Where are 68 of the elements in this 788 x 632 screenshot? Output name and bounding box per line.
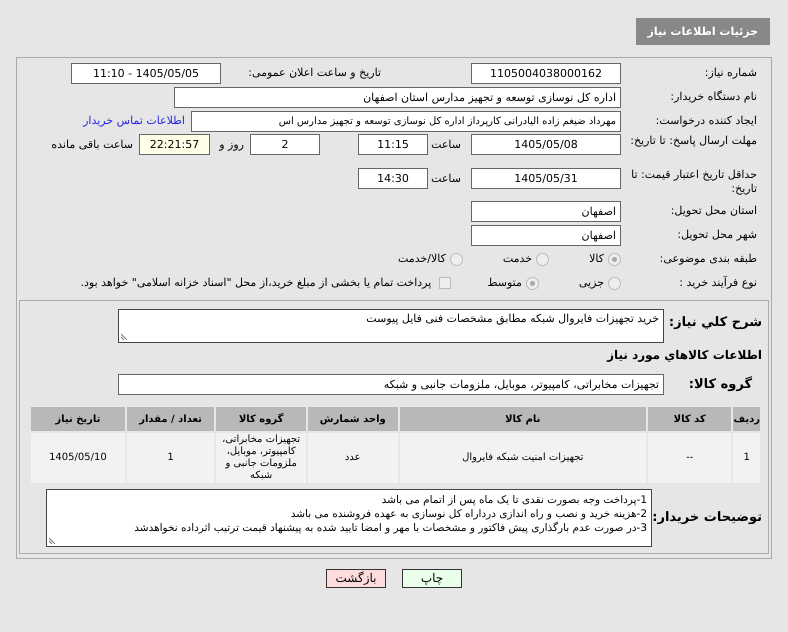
- column-header: تاریخ نیاز: [30, 406, 126, 432]
- column-header: نام کالا: [398, 406, 647, 432]
- field-label: استان محل تحویل:: [670, 202, 757, 219]
- table-cell: 1: [732, 432, 761, 484]
- field-label: گروه کالا:: [688, 375, 753, 394]
- table-cell: 1405/05/10: [30, 432, 126, 484]
- field-label: ایجاد کننده درخواست:: [654, 112, 757, 129]
- city-field[interactable]: اصفهان: [471, 224, 621, 246]
- table-cell: عدد: [306, 432, 399, 484]
- radio-button[interactable]: [608, 252, 621, 266]
- province-field[interactable]: اصفهان: [471, 200, 621, 222]
- announce-date-field[interactable]: 1405/05/05 - 11:10: [71, 62, 221, 84]
- note-line: 3-در صورت عدم بارگذاری پیش فاکتور و مشخصات با مهر و امضا تایید شده به پیشنهاد قیمت ترتیب اثرداده نخواهدشد: [133, 521, 647, 535]
- field-label: تاریخ و ساعت اعلان عمومی:: [247, 64, 381, 81]
- radio-label: کالا/خدمت: [398, 250, 446, 267]
- field-label: شرح کلي نياز:: [668, 314, 762, 332]
- field-label: روز و: [218, 137, 245, 153]
- column-header: کد کالا: [646, 406, 732, 432]
- field-label: ساعت: [430, 137, 462, 153]
- days-field[interactable]: 2: [250, 134, 320, 155]
- note-line: 2-هزینه خرید و نصب و راه اندازی درداراه کل نوسازی به عهده فروشنده می باشد: [290, 507, 647, 521]
- table-cell: --: [646, 432, 732, 484]
- field-label: ساعت: [430, 171, 462, 187]
- validity-time-field[interactable]: 14:30: [358, 168, 428, 189]
- field-label: مهلت ارسال پاسخ: تا تاریخ:: [629, 134, 757, 148]
- radio-label: جزیی: [578, 274, 604, 291]
- back-button[interactable]: بازگشت: [326, 569, 386, 588]
- deadline-date-field[interactable]: 1405/05/08: [471, 134, 621, 155]
- field-label: شماره نیاز:: [704, 64, 757, 81]
- field-label: نوع فرآیند خرید :: [678, 274, 757, 291]
- table-cell: تجهیزات امنیت شبکه فایروال: [398, 432, 647, 484]
- field-label: حداقل تاریخ اعتبار قیمت: تا تاریخ:: [630, 168, 757, 196]
- remaining-time-field[interactable]: 22:21:57: [139, 134, 210, 155]
- column-header: ردیف: [732, 406, 761, 432]
- need-number-field[interactable]: 1105004038000162: [471, 62, 621, 84]
- table-cell: تجهیزات مخابراتی، کامپیوتر، موبایل، ملزومات جانبی و شبکه: [215, 432, 307, 484]
- radio-button[interactable]: [526, 276, 539, 290]
- field-label: شهر محل تحویل:: [676, 226, 757, 243]
- radio-label: کالا: [589, 250, 604, 267]
- field-label: طبقه بندی موضوعی:: [658, 250, 757, 267]
- note-line: 1-پرداخت وجه بصورت نقدی تا یک ماه پس از اتمام می باشد: [380, 493, 647, 507]
- table-cell: 1: [126, 432, 216, 484]
- column-header: گروه کالا: [215, 406, 307, 432]
- validity-date-field[interactable]: 1405/05/31: [471, 168, 621, 189]
- radio-button[interactable]: [608, 276, 621, 290]
- section-heading: اطلاعات کالاهاي مورد نياز: [606, 347, 763, 364]
- buyer-contact-link[interactable]: اطلاعات تماس خریدار: [83, 112, 185, 130]
- print-button[interactable]: چاپ: [402, 569, 462, 588]
- description-field[interactable]: خريد تجهيزات فايروال شبکه مطابق مشخصات فنی فايل پيوست: [118, 309, 664, 343]
- field-label: نام دستگاه خریدار:: [669, 88, 757, 105]
- column-header: واحد شمارش: [306, 406, 399, 432]
- creator-field[interactable]: مهرداد ضیغم زاده الیادرانی کارپرداز اداره کل نوسازی توسعه و تجهیز مدارس اس: [191, 110, 621, 132]
- field-label: توضیحات خریدار:: [652, 509, 762, 528]
- column-header: تعداد / مقدار: [126, 406, 216, 432]
- radio-button[interactable]: [450, 252, 463, 266]
- buyer-notes-field[interactable]: [46, 489, 652, 547]
- resize-handle-icon: [121, 332, 129, 340]
- field-label: ساعت باقی مانده: [50, 137, 134, 153]
- radio-label: خدمت: [502, 250, 532, 267]
- treasury-label: پرداخت تمام یا بخشی از مبلغ خرید،از محل "اسناد خزانه اسلامی" خواهد بود.: [80, 274, 432, 291]
- resize-handle-icon: [49, 536, 57, 544]
- checkbox[interactable]: [439, 277, 452, 289]
- buyer-field[interactable]: اداره کل نوسازی توسعه و تجهیز مدارس استان اصفهان: [174, 86, 621, 108]
- radio-button[interactable]: [536, 252, 550, 266]
- goods-group-field[interactable]: تجهیزات مخابراتی، کامپیوتر، موبایل، ملزومات جانبی و شبکه: [118, 374, 664, 395]
- deadline-time-field[interactable]: 11:15: [358, 134, 428, 155]
- radio-label: متوسط: [487, 274, 522, 291]
- page-title: جزئیات اطلاعات نیاز: [636, 18, 770, 45]
